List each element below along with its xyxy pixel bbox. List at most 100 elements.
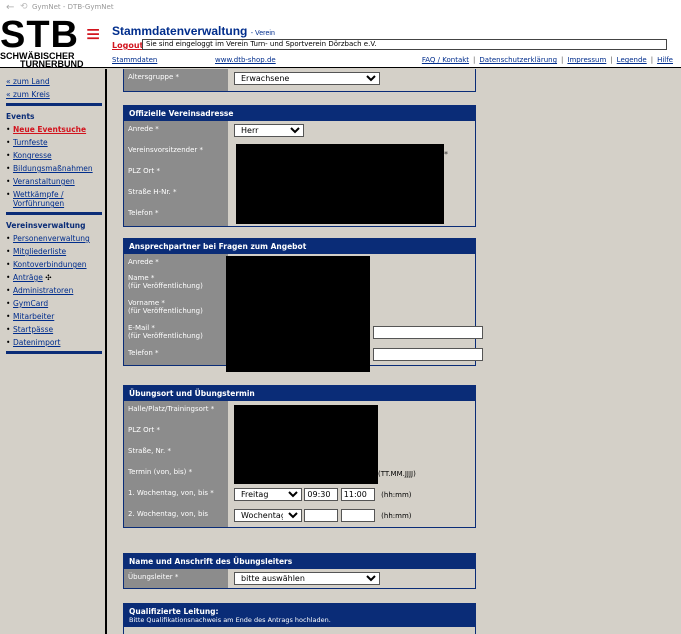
sidebar-item-kongresse[interactable]: • Kongresse (6, 151, 105, 160)
logo-text-line2: TURNERBUND (20, 59, 84, 69)
anrede-row: Anrede * Herr (124, 121, 475, 142)
wochentag1-select[interactable]: Freitag (234, 488, 302, 501)
events-list: • Neue Eventsuche • Turnfeste • Kongresse •… (6, 125, 105, 208)
wochentag2-select[interactable]: Wochentag (234, 509, 302, 522)
wochentag2-bis-input[interactable] (340, 509, 375, 522)
page-title: Stammdatenverwaltung - Verein (112, 24, 275, 38)
altersgruppe-row: Altersgruppe * Erwachsene (124, 69, 475, 91)
ap-email-input[interactable] (373, 326, 483, 339)
plz-ort-label: PLZ Ort * (124, 163, 228, 184)
sidebar-item-administratoren[interactable]: • Administratoren (6, 286, 105, 295)
sidebar-item-mitgliederliste[interactable]: • Mitgliederliste (6, 247, 105, 256)
altersgruppe-select[interactable]: Erwachsene (234, 72, 380, 85)
bullet-icon: • (6, 138, 11, 147)
sidebar-item-gymcard[interactable]: • GymCard (6, 299, 105, 308)
reload-icon[interactable]: ⟲ (20, 2, 32, 12)
anrede-cell: Herr (228, 121, 475, 142)
window-titlebar: ← ⟲ GymNet - DTB-GymNet (0, 0, 681, 14)
back-arrow-icon[interactable]: ← (6, 2, 20, 13)
ansprechpartner-panel: Ansprechpartner bei Fragen zum Angebot A… (123, 238, 483, 372)
uebungsort-panel: Übungsort und Übungstermin Halle/Platz/T… (123, 385, 476, 528)
logout-link[interactable]: Logout (112, 41, 143, 50)
uebungsleiter-heading: Name und Anschrift des Übungsleiters (124, 554, 475, 569)
altersgruppe-cell: Erwachsene (228, 69, 475, 91)
uebungsleiter-select[interactable]: bitte auswählen (234, 572, 380, 585)
sidebar-section-vereinsverwaltung: Vereinsverwaltung (6, 221, 86, 230)
time-format-hint: (hh:mm) (381, 511, 412, 520)
bullet-icon: • (6, 273, 11, 282)
required-marker: * (444, 150, 448, 159)
halle-label: Halle/Platz/Trainingsort * (124, 401, 228, 422)
nav-dtb-shop[interactable]: www.dtb-shop.de (215, 56, 276, 64)
sidebar-divider (6, 212, 102, 215)
sidebar-item-turnfeste[interactable]: • Turnfeste (6, 138, 105, 147)
ap-vorname-label: Vorname * (für Veröffentlichung) (124, 295, 228, 320)
qualifiziert-panel: Qualifizierte Leitung: Bitte Qualifikati… (123, 603, 476, 634)
sidebar-item-antraege[interactable]: • Anträge ✣ (6, 273, 105, 282)
bullet-icon: • (6, 286, 11, 295)
nav-faq-kontakt[interactable]: FAQ / Kontakt (422, 56, 469, 64)
sidebar-item-mitarbeiter[interactable]: • Mitarbeiter (6, 312, 105, 321)
uebungsleiter-row: Übungsleiter * bitte auswählen (124, 569, 475, 588)
anrede-label: Anrede * (124, 121, 228, 142)
stb-emblem-icon: ≡ (85, 21, 100, 48)
wochentag2-von-input[interactable] (304, 509, 339, 522)
time-format-hint: (hh:mm) (381, 490, 412, 499)
nav-impressum[interactable]: Impressum (567, 56, 606, 64)
sidebar-item-neue-eventsuche[interactable]: • Neue Eventsuche (6, 125, 105, 134)
vereinsadresse-heading: Offizielle Vereinsadresse (124, 106, 475, 121)
verein-list: • Personenverwaltung • Mitgliederliste • Ko… (6, 234, 105, 347)
sidebar-border (105, 69, 107, 634)
ue-strasse-label: Straße, Nr. * (124, 443, 228, 464)
wochentag1-label: 1. Wochentag, von, bis * (124, 485, 228, 506)
wochentag1-row: 1. Wochentag, von, bis * Freitag (hh:mm) (124, 485, 475, 506)
ap-telefon-label: Telefon * (124, 345, 228, 365)
termin-format-hint: (TT.MM.JJJJ) (378, 470, 416, 478)
wochentag1-bis-input[interactable] (340, 488, 375, 501)
nav-hilfe[interactable]: Hilfe (657, 56, 673, 64)
anrede-select[interactable]: Herr (234, 124, 304, 137)
nav-stammdaten[interactable]: Stammdaten (112, 56, 157, 64)
sidebar-section-events: Events (6, 112, 35, 121)
ap-telefon-input[interactable] (373, 348, 483, 361)
uebungsleiter-label: Übungsleiter * (124, 569, 228, 588)
nav-legende[interactable]: Legende (617, 56, 647, 64)
stb-logo-mark: STB (0, 14, 79, 56)
uebungsleiter-panel: Name und Anschrift des Übungsleiters Übu… (123, 553, 476, 589)
sidebar-item-personenverwaltung[interactable]: • Personenverwaltung (6, 234, 105, 243)
strasse-label: Straße H-Nr. * (124, 184, 228, 205)
bullet-icon: • (6, 325, 11, 334)
redaction-block (226, 256, 370, 372)
sidebar-item-wettkaempfe[interactable]: • Wettkämpfe / Vorführungen (6, 190, 105, 208)
link-zum-kreis[interactable]: « zum Kreis (6, 90, 105, 99)
wochentag1-von-input[interactable] (304, 488, 339, 501)
uebungsort-heading: Übungsort und Übungstermin (124, 386, 475, 401)
sidebar-item-datenimport[interactable]: • Datenimport (6, 338, 105, 347)
expand-cross-icon[interactable]: ✣ (45, 273, 51, 282)
termin-label: Termin (von, bis) * (124, 464, 228, 485)
redaction-block (234, 405, 378, 484)
sidebar-item-veranstaltungen[interactable]: • Veranstaltungen (6, 177, 105, 186)
page-subtitle: - Verein (250, 30, 275, 37)
site-header: STB ≡ SCHWÄBISCHER TURNERBUND Stammdaten… (0, 14, 681, 69)
bullet-icon: • (6, 125, 11, 134)
nav-datenschutz[interactable]: Datenschutzerklärung (479, 56, 557, 64)
ap-anrede-label: Anrede * (124, 254, 228, 270)
redaction-block (236, 144, 444, 224)
sidebar-item-bildungsmassnahmen[interactable]: • Bildungsmaßnahmen (6, 164, 105, 173)
sidebar-item-startpaesse[interactable]: • Startpässe (6, 325, 105, 334)
link-zum-land[interactable]: « zum Land (6, 77, 105, 86)
sidebar-divider (6, 351, 102, 354)
bullet-icon: • (6, 164, 11, 173)
vorsitzender-label: Vereinsvorsitzender * (124, 142, 228, 163)
bullet-icon: • (6, 190, 11, 199)
bullet-icon: • (6, 234, 11, 243)
bullet-icon: • (6, 247, 11, 256)
vereinsadresse-panel: Offizielle Vereinsadresse Anrede * Herr … (123, 105, 476, 227)
ap-email-label: E-Mail * (für Veröffentlichung) (124, 320, 228, 345)
login-status-box: Sie sind eingeloggt im Verein Turn- und … (142, 39, 667, 50)
qualifiziert-heading: Qualifizierte Leitung: Bitte Qualifikati… (124, 604, 475, 627)
bullet-icon: • (6, 177, 11, 186)
sidebar-item-kontoverbindungen[interactable]: • Kontoverbindungen (6, 260, 105, 269)
header-nav-right: FAQ / Kontakt | Datenschutzerklärung | Impre… (421, 56, 673, 64)
